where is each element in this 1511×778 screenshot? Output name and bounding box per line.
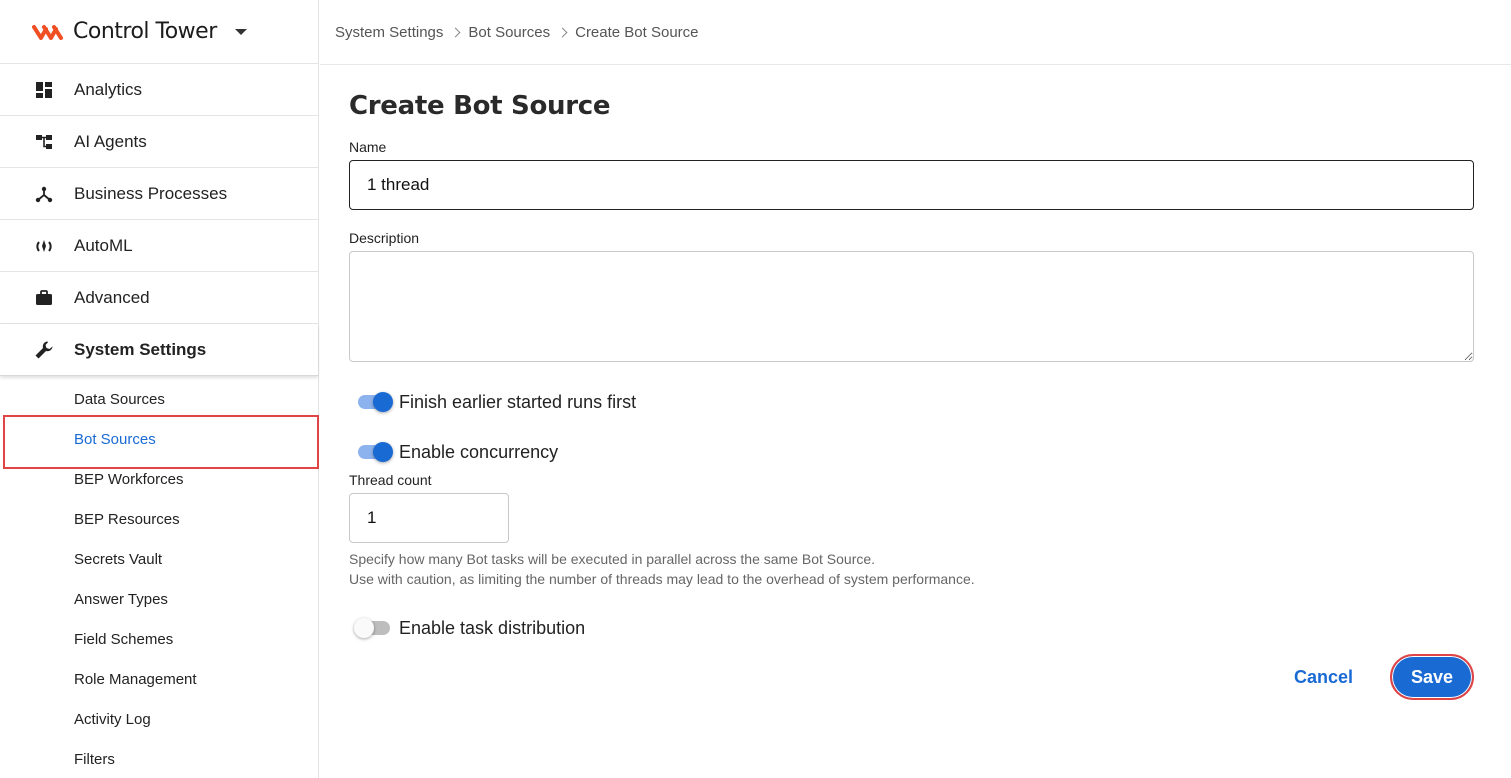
- sidebar-item-label: AI Agents: [74, 131, 147, 151]
- create-bot-source-form: Create Bot Source Name Description Finis…: [349, 65, 1474, 643]
- task-distribution-toggle-row: Enable task distribution: [354, 613, 1474, 643]
- submenu-item-data-sources[interactable]: Data Sources: [0, 379, 318, 419]
- enable-task-distribution-toggle[interactable]: [354, 618, 390, 638]
- process-icon: [34, 184, 54, 204]
- control-tower-logo-icon: [32, 24, 63, 40]
- concurrency-toggle-row: Enable concurrency: [358, 437, 1474, 467]
- sidebar-item-automl[interactable]: AutoML: [0, 220, 318, 272]
- finish-earlier-toggle[interactable]: [358, 392, 393, 412]
- submenu-item-role-management[interactable]: Role Management: [0, 659, 318, 699]
- caret-down-icon[interactable]: [234, 28, 247, 35]
- enable-task-distribution-label: Enable task distribution: [399, 617, 586, 638]
- sidebar-item-ai-agents[interactable]: AI Agents: [0, 116, 318, 168]
- finish-earlier-label: Finish earlier started runs first: [399, 391, 637, 412]
- brand-name: Control Tower: [73, 19, 217, 44]
- sidebar-item-label: AutoML: [74, 235, 133, 255]
- sidebar-item-advanced[interactable]: Advanced: [0, 272, 318, 324]
- sidebar-item-label: Analytics: [74, 79, 143, 99]
- sidebar-item-label: Advanced: [74, 287, 150, 307]
- cancel-button[interactable]: Cancel: [1294, 667, 1353, 688]
- name-input[interactable]: [349, 160, 1474, 210]
- thread-count-label: Thread count: [349, 472, 432, 488]
- submenu-item-field-schemes[interactable]: Field Schemes: [0, 619, 318, 659]
- thread-count-input[interactable]: [349, 493, 509, 543]
- sidebar-item-label: System Settings: [74, 339, 207, 359]
- breadcrumb: System Settings Bot Sources Create Bot S…: [320, 0, 1511, 65]
- helper-line: Specify how many Bot tasks will be execu…: [349, 551, 876, 567]
- submenu-item-bot-sources[interactable]: Bot Sources: [0, 415, 319, 469]
- form-actions: Cancel Save: [349, 654, 1474, 700]
- finish-earlier-toggle-row: Finish earlier started runs first: [358, 387, 1474, 417]
- hierarchy-icon: [34, 132, 54, 152]
- description-input[interactable]: [349, 251, 1474, 362]
- automl-icon: [34, 236, 54, 256]
- submenu-item-activity-log[interactable]: Activity Log: [0, 699, 318, 739]
- thread-count-helper: Specify how many Bot tasks will be execu…: [349, 549, 1474, 589]
- submenu-item-bep-workforces[interactable]: BEP Workforces: [0, 459, 318, 499]
- wrench-icon: [34, 340, 54, 360]
- submenu-item-secrets-vault[interactable]: Secrets Vault: [0, 539, 318, 579]
- sidebar-item-analytics[interactable]: Analytics: [0, 64, 318, 116]
- breadcrumb-system-settings[interactable]: System Settings: [335, 24, 443, 41]
- system-settings-submenu: Data Sources Bot Sources BEP Workforces …: [0, 376, 319, 778]
- breadcrumb-create-bot-source: Create Bot Source: [575, 23, 699, 41]
- page-title: Create Bot Source: [349, 91, 611, 121]
- submenu-item-bep-resources[interactable]: BEP Resources: [0, 499, 318, 539]
- chevron-right-icon: [557, 27, 568, 37]
- sidebar-item-system-settings[interactable]: System Settings: [0, 324, 318, 376]
- submenu-item-filters[interactable]: Filters: [0, 739, 318, 778]
- sidebar-item-business-processes[interactable]: Business Processes: [0, 168, 318, 220]
- enable-concurrency-label: Enable concurrency: [399, 441, 559, 462]
- sidebar: Control Tower Analytics AI Agents Busine…: [0, 0, 319, 778]
- submenu-item-answer-types[interactable]: Answer Types: [0, 579, 318, 619]
- briefcase-icon: [34, 288, 54, 308]
- enable-concurrency-toggle[interactable]: [358, 442, 393, 462]
- breadcrumb-bot-sources[interactable]: Bot Sources: [468, 24, 550, 41]
- brand-switcher[interactable]: Control Tower: [0, 0, 318, 64]
- sidebar-item-label: Business Processes: [74, 183, 228, 203]
- description-label: Description: [349, 230, 420, 246]
- chevron-right-icon: [450, 27, 461, 37]
- name-label: Name: [349, 139, 387, 155]
- save-button[interactable]: Save: [1390, 654, 1474, 700]
- helper-line: Use with caution, as limiting the number…: [349, 571, 975, 587]
- dashboard-icon: [34, 80, 54, 100]
